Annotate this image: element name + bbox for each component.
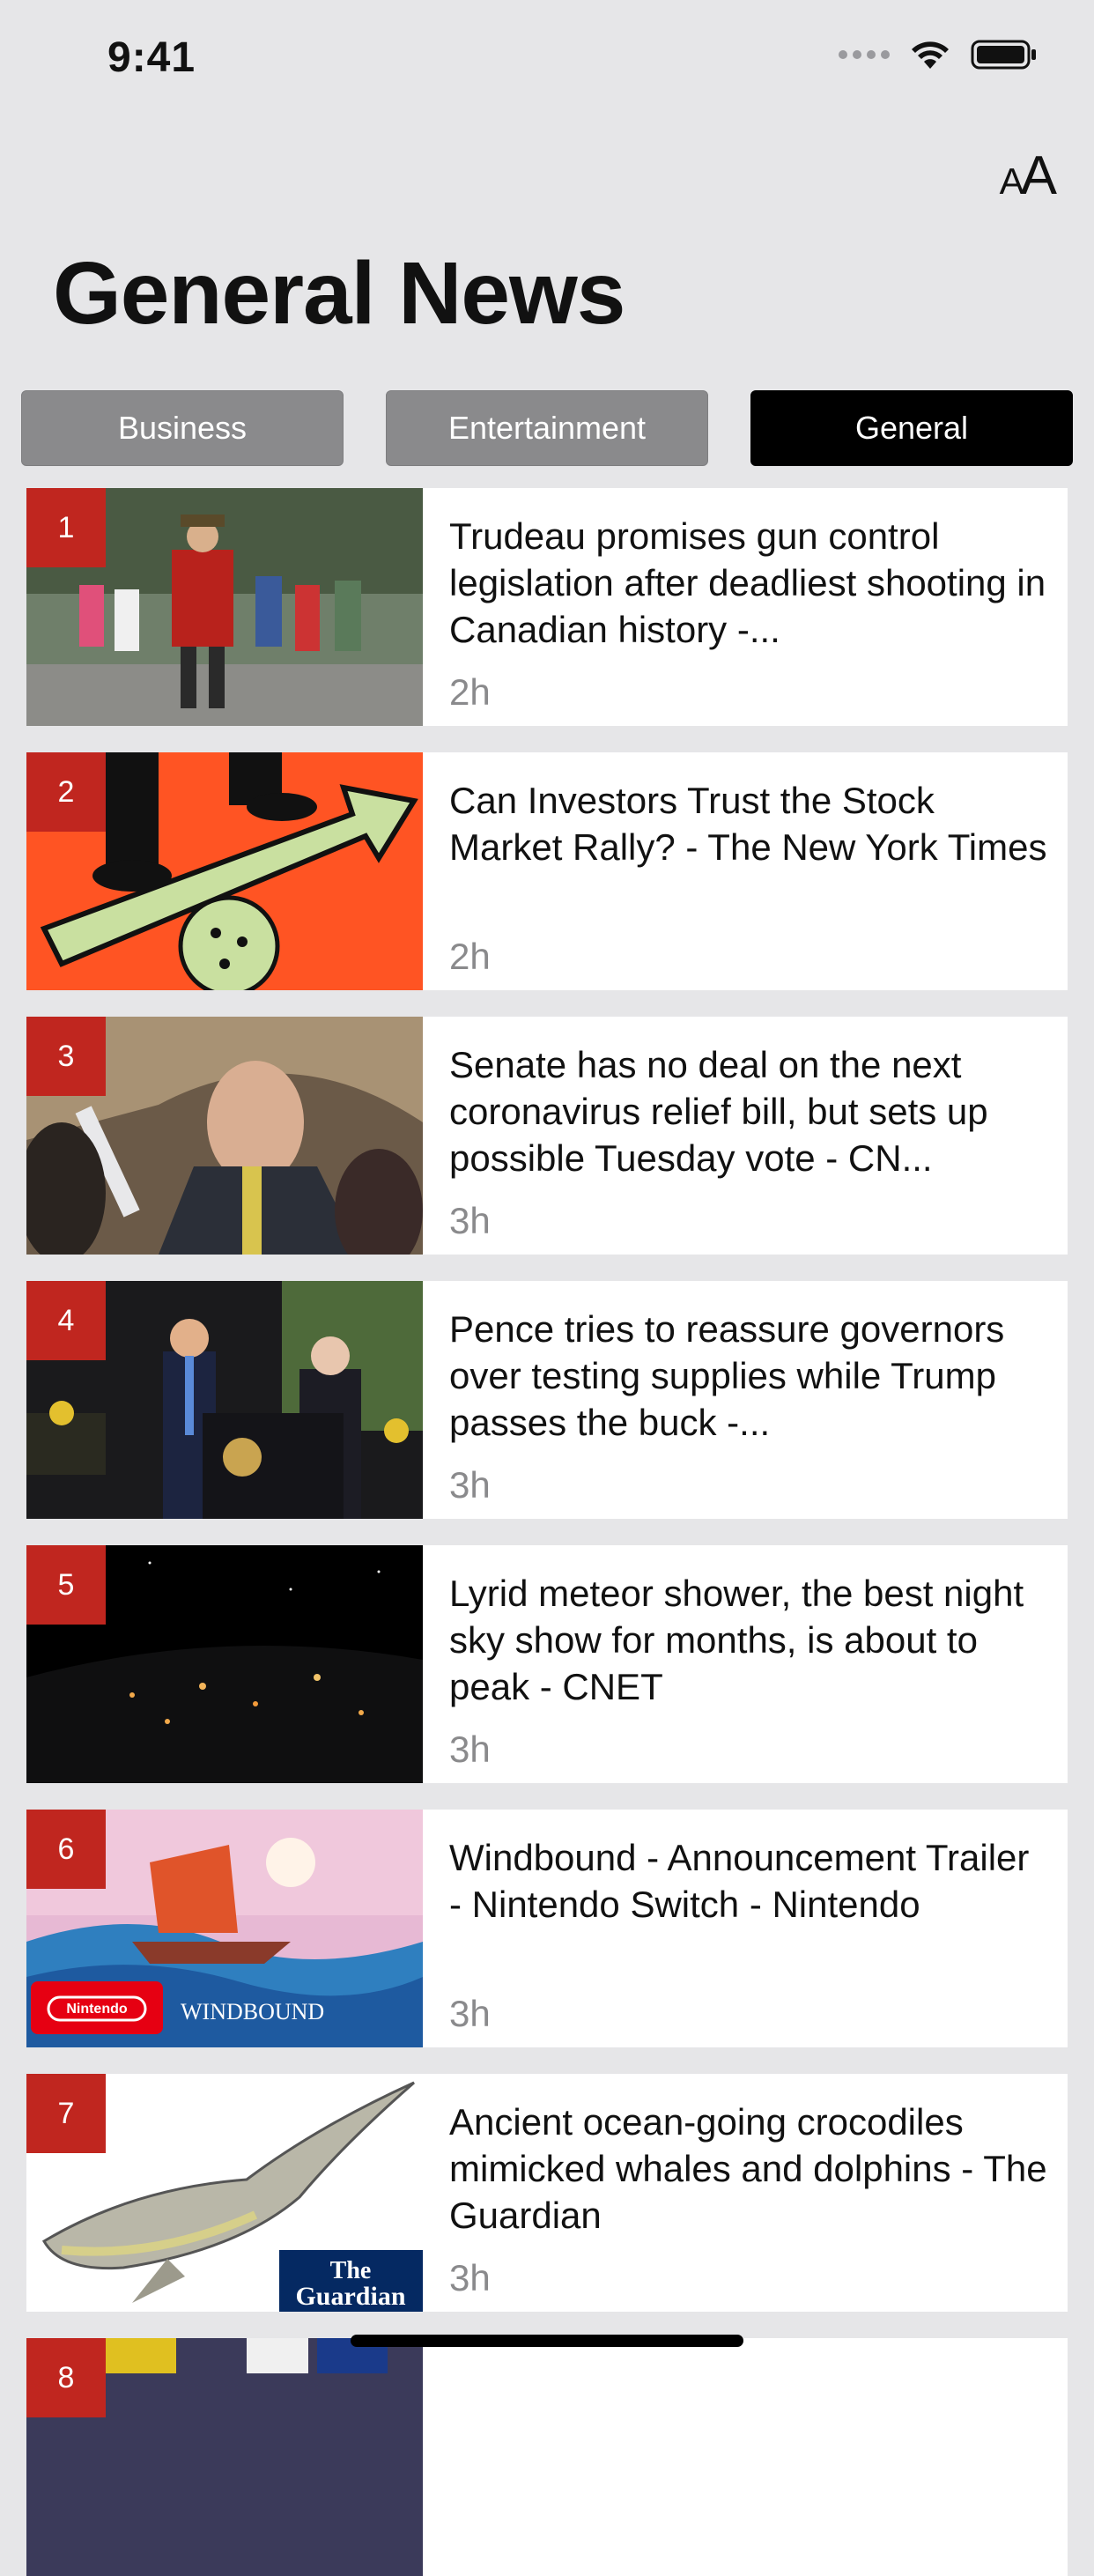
tab-entertainment[interactable]: Entertainment — [386, 390, 708, 466]
article-headline: Lyrid meteor shower, the best night sky … — [449, 1573, 1024, 1707]
status-icons — [839, 39, 1038, 70]
article-headline: Trudeau promises gun control legislation… — [449, 515, 1046, 650]
rank-badge: 4 — [26, 1281, 106, 1360]
article-headline: Senate has no deal on the next coronavir… — [449, 1044, 988, 1179]
article-row[interactable]: 2 Can Investors Trust the Stock Market R… — [26, 752, 1068, 990]
rank-badge: 1 — [26, 488, 106, 567]
rank-badge: 7 — [26, 2074, 106, 2153]
text-size-large-glyph: A — [1020, 145, 1057, 206]
status-bar: 9:41 — [0, 0, 1094, 115]
article-thumbnail: 5 — [26, 1545, 423, 1783]
text-size-button[interactable]: AA — [999, 144, 1057, 207]
guardian-logo-name: Guardian — [295, 2282, 405, 2311]
article-thumbnail: 8 — [26, 2338, 423, 2576]
article-headline: Ancient ocean-going crocodiles mimicked … — [449, 2101, 1047, 2236]
article-thumbnail: 1 — [26, 488, 423, 726]
article-thumbnail: The Guardian 7 — [26, 2074, 423, 2312]
article-age: 3h — [449, 1993, 491, 2034]
guardian-logo-the: The — [330, 2257, 372, 2284]
nintendo-logo: Nintendo — [66, 2002, 128, 2017]
article-age: 3h — [449, 1200, 491, 1241]
text-size-small-glyph: A — [999, 160, 1024, 202]
article-thumbnail: 4 — [26, 1281, 423, 1519]
article-thumbnail: 3 — [26, 1017, 423, 1255]
article-age: 3h — [449, 1728, 491, 1770]
status-time: 9:41 — [107, 34, 196, 81]
article-thumbnail: Nintendo WINDBOUND 6 — [26, 1810, 423, 2047]
windbound-logo: WINDBOUND — [181, 1999, 324, 2025]
rank-badge: 6 — [26, 1810, 106, 1889]
page-title: General News — [53, 244, 625, 343]
article-age: 3h — [449, 2257, 491, 2298]
rank-badge: 3 — [26, 1017, 106, 1096]
article-age: 2h — [449, 936, 491, 977]
category-tabs: Business Entertainment General — [21, 390, 1073, 466]
rank-badge: 2 — [26, 752, 106, 832]
article-age: 2h — [449, 671, 491, 713]
article-headline: Windbound - Announcement Trailer - Ninte… — [449, 1837, 1030, 1925]
home-indicator[interactable] — [351, 2335, 743, 2347]
wifi-icon — [909, 39, 951, 70]
article-row[interactable]: 1 Trudeau promises gun control legislati… — [26, 488, 1068, 726]
rank-badge: 5 — [26, 1545, 106, 1625]
article-age: 3h — [449, 1464, 491, 1506]
tab-general[interactable]: General — [750, 390, 1073, 466]
article-row[interactable]: Nintendo WINDBOUND 6 Windbound - Announc… — [26, 1810, 1068, 2047]
cellular-signal-icon — [839, 50, 890, 59]
tab-business[interactable]: Business — [21, 390, 344, 466]
article-headline: Pence tries to reassure governors over t… — [449, 1308, 1005, 1443]
article-row[interactable]: 4 Pence tries to reassure governors over… — [26, 1281, 1068, 1519]
article-row[interactable]: 3 Senate has no deal on the next coronav… — [26, 1017, 1068, 1255]
article-row[interactable]: The Guardian 7 Ancient ocean-going croco… — [26, 2074, 1068, 2312]
article-thumbnail: 2 — [26, 752, 423, 990]
rank-badge: 8 — [26, 2338, 106, 2417]
article-row[interactable]: 8 — [26, 2338, 1068, 2576]
article-headline: Can Investors Trust the Stock Market Ral… — [449, 780, 1047, 868]
article-row[interactable]: 5 Lyrid meteor shower, the best night sk… — [26, 1545, 1068, 1783]
battery-icon — [971, 39, 1038, 70]
